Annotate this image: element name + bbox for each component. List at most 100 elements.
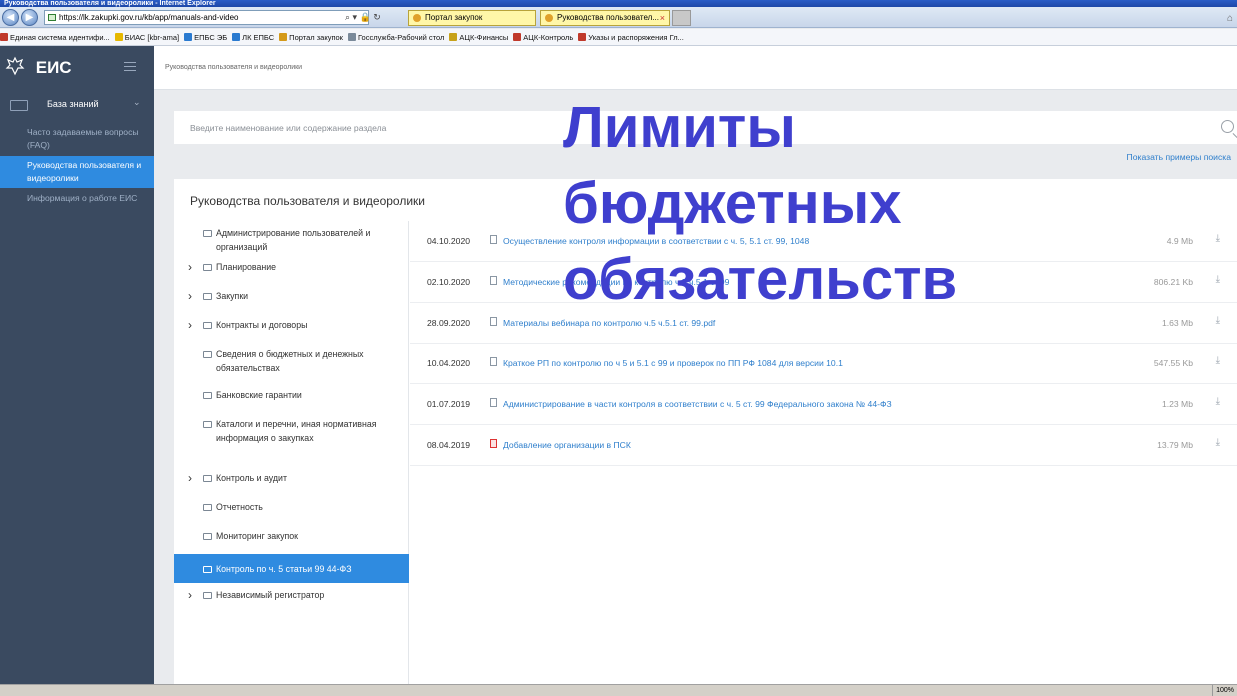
folder-icon <box>203 230 212 237</box>
folder-icon <box>203 592 212 599</box>
document-date: 01.07.2019 <box>427 399 471 410</box>
close-tab-icon[interactable]: × <box>660 11 665 25</box>
tree-item[interactable]: Контроль по ч. 5 статьи 99 44-ФЗ <box>174 554 409 583</box>
tree-item[interactable]: Отчетность <box>174 501 409 523</box>
sidebar-item-manuals[interactable]: Руководства пользователя и видеоролики <box>0 156 154 188</box>
tree-item[interactable]: Мониторинг закупок <box>174 530 409 552</box>
download-icon[interactable]: ⤓ <box>1216 274 1220 285</box>
document-link[interactable]: Краткое РП по контролю по ч 5 и 5.1 с 99… <box>503 358 843 368</box>
tree-item-label: Контроль по ч. 5 статьи 99 44-ФЗ <box>216 564 352 574</box>
tree-item-label: Сведения о бюджетных и денежных обязател… <box>216 349 364 373</box>
document-size: 13.79 Mb <box>1157 440 1193 450</box>
forward-button[interactable]: ▶ <box>21 9 38 26</box>
tree-item-label: Независимый регистратор <box>216 590 325 600</box>
file-icon <box>490 398 497 408</box>
favorite-link[interactable]: Госслужба-Рабочий стол <box>347 29 444 45</box>
show-search-examples-link[interactable]: Показать примеры поиска <box>1127 152 1231 162</box>
eagle-favicon-icon <box>413 14 421 22</box>
download-icon[interactable]: ⤓ <box>1216 233 1220 244</box>
download-icon[interactable]: ⤓ <box>1216 315 1220 326</box>
search-box[interactable]: Введите наименование или содержание разд… <box>174 111 1237 144</box>
document-size: 4.9 Mb <box>1166 236 1193 246</box>
search-icon[interactable] <box>1221 120 1234 133</box>
folder-icon <box>203 392 212 399</box>
chevron-right-icon[interactable]: › <box>188 318 192 333</box>
chevron-right-icon[interactable]: › <box>188 289 192 304</box>
document-link[interactable]: Добавление организации в ПСК <box>503 440 631 450</box>
tab-portal[interactable]: Портал закупок <box>408 10 536 26</box>
back-button[interactable]: ◀ <box>2 9 19 26</box>
sidebar-section-knowledge-base[interactable]: База знаний ⌄ <box>0 94 154 116</box>
favorite-link[interactable]: Единая система идентифи... <box>0 29 110 45</box>
tree-item-label: Мониторинг закупок <box>216 531 299 541</box>
file-icon <box>490 316 497 326</box>
favorite-link[interactable]: ЛК ЕПБС <box>232 29 274 45</box>
tree-item[interactable]: › Планирование <box>174 260 409 283</box>
lock-icon <box>48 14 56 21</box>
page-header: Руководства пользователя и видеоролики <box>154 46 1237 90</box>
tree-item[interactable]: Сведения о бюджетных и денежных обязател… <box>174 348 409 382</box>
chevron-right-icon[interactable]: › <box>188 471 192 486</box>
download-icon[interactable]: ⤓ <box>1216 396 1220 407</box>
zoom-level[interactable]: 100% <box>1212 685 1237 696</box>
eagle-favicon-icon <box>545 14 553 22</box>
section-title: Руководства пользователя и видеоролики <box>190 194 425 208</box>
document-size: 1.63 Mb <box>1161 317 1193 328</box>
favorite-icon <box>578 33 587 41</box>
favorite-link[interactable]: АЦК-Контроль <box>513 29 573 45</box>
favorite-link[interactable]: Указы и распоряжения Гл... <box>578 29 684 45</box>
favorite-link[interactable]: АЦК-Финансы <box>449 29 508 45</box>
favorite-link[interactable]: БИАС [kbr-ama] <box>114 29 179 45</box>
sidebar-item-eis-info[interactable]: Информация о работе ЕИС <box>0 192 154 205</box>
search-input[interactable]: Введите наименование или содержание разд… <box>190 123 386 133</box>
tree-item-label: Контроль и аудит <box>216 473 287 483</box>
document-link[interactable]: Администрирование в части контроля в соо… <box>503 399 892 409</box>
tree-item[interactable]: Банковские гарантии <box>174 389 409 411</box>
eagle-icon <box>5 56 25 76</box>
document-row: 01.07.2019 Администрирование в части конт… <box>410 384 1237 426</box>
folder-icon <box>203 475 212 482</box>
sidebar: ЕИС База знаний ⌄ Часто задаваемые вопро… <box>0 46 154 684</box>
file-icon <box>490 235 497 244</box>
download-icon[interactable]: ⤓ <box>1216 355 1220 366</box>
document-link[interactable]: Материалы вебинара по контролю ч.5 ч.5.1… <box>503 318 715 328</box>
tree-item[interactable]: › Независимый регистратор <box>174 588 409 611</box>
file-icon <box>490 439 497 448</box>
new-tab-button[interactable] <box>672 10 691 26</box>
document-row: 08.04.2019 Добавление организации в ПСК 13… <box>410 425 1237 466</box>
document-date: 04.10.2020 <box>427 236 471 246</box>
browser-toolbar: ◀ ▶ https://lk.zakupki.gov.ru/kb/app/man… <box>0 7 1237 28</box>
document-link[interactable]: Осуществление контроля информации в соот… <box>503 236 809 246</box>
tree-item-label: Планирование <box>216 262 277 272</box>
address-tools[interactable]: ⌕ ▾ 🔒 ↻ <box>345 10 381 25</box>
tree-item[interactable]: › Контроль и аудит <box>174 471 409 494</box>
breadcrumb[interactable]: Руководства пользователя и видеоролики <box>165 64 302 71</box>
tree-item-label: Администрирование пользователей и органи… <box>216 228 371 252</box>
document-size: 1.23 Mb <box>1161 399 1193 410</box>
document-link[interactable]: Методические рекомендации по контролю ч.… <box>503 277 729 287</box>
sidebar-item-faq[interactable]: Часто задаваемые вопросы (FAQ) <box>0 125 154 152</box>
folder-icon <box>203 322 212 329</box>
chevron-right-icon[interactable]: › <box>188 588 192 603</box>
address-bar[interactable]: https://lk.zakupki.gov.ru/kb/app/manuals… <box>44 10 369 25</box>
category-tree: Администрирование пользователей и органи… <box>174 221 409 684</box>
tree-item[interactable]: Каталоги и перечни, иная нормативная инф… <box>174 418 409 466</box>
download-icon[interactable]: ⤓ <box>1216 437 1220 448</box>
favorite-link[interactable]: Портал закупок <box>279 29 343 45</box>
tree-item[interactable]: › Контракты и договоры <box>174 318 409 341</box>
tree-item[interactable]: Администрирование пользователей и органи… <box>174 227 409 255</box>
chevron-right-icon[interactable]: › <box>188 260 192 275</box>
tab-manuals[interactable]: Руководства пользовател... × <box>540 10 670 26</box>
tree-item[interactable]: › Закупки <box>174 289 409 312</box>
book-icon <box>10 100 28 111</box>
menu-toggle-icon[interactable] <box>124 62 136 71</box>
home-icon[interactable]: ⌂ <box>1227 13 1233 24</box>
tree-item-label: Каталоги и перечни, иная нормативная инф… <box>216 419 377 443</box>
tree-item-label: Контракты и договоры <box>216 320 308 330</box>
favorite-link[interactable]: ЕПБС ЭБ <box>184 29 227 45</box>
eis-logo[interactable]: ЕИС <box>5 56 72 78</box>
address-url: https://lk.zakupki.gov.ru/kb/app/manuals… <box>59 13 239 22</box>
favorites-bar: Единая система идентифи... БИАС [kbr-ama]… <box>0 29 1237 46</box>
document-size: 547.55 Kb <box>1153 358 1193 369</box>
folder-icon <box>203 421 212 428</box>
